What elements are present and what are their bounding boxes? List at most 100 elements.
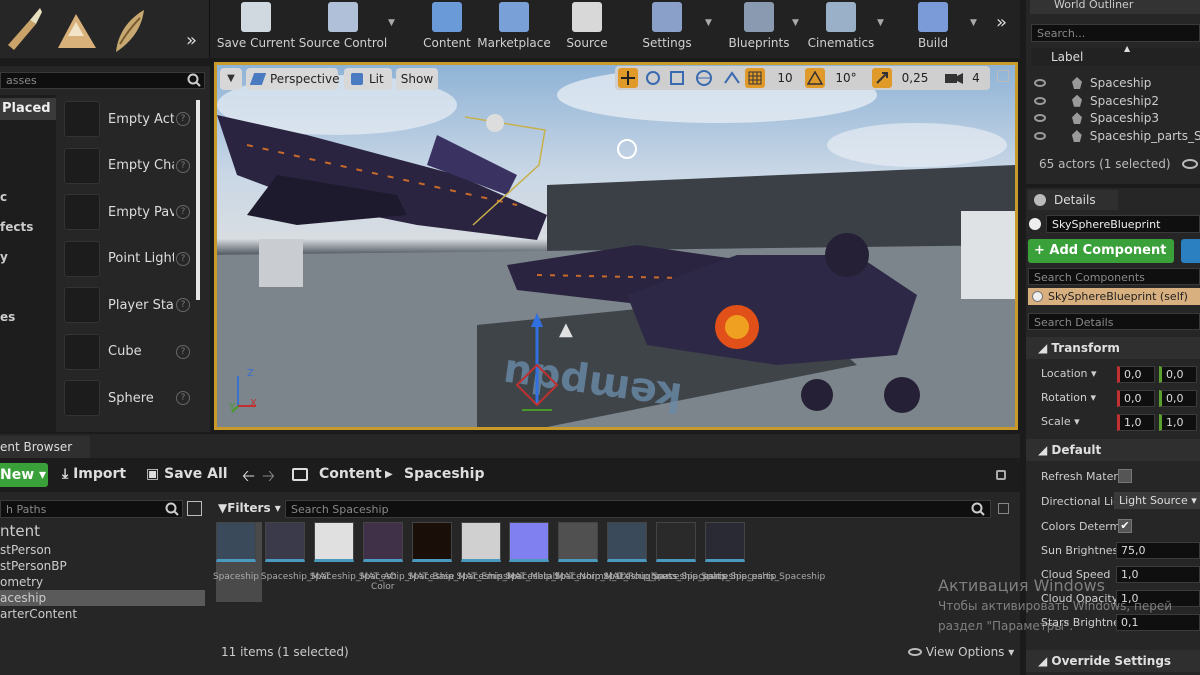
level-viewport[interactable]: kempdu ▲ <box>217 65 1015 427</box>
source-button[interactable]: Source <box>562 0 612 54</box>
outliner-search-input[interactable]: Search... <box>1031 24 1200 42</box>
modes-scrollbar[interactable] <box>196 100 200 300</box>
perspective-button[interactable]: Perspective <box>246 68 340 90</box>
marketplace-button[interactable]: Marketplace <box>477 0 551 54</box>
asset-tile[interactable]: Spaceship <box>213 522 262 602</box>
rotation-snap-icon[interactable] <box>805 68 825 88</box>
category-geometry[interactable]: y <box>0 250 8 264</box>
show-button[interactable]: Show <box>396 68 438 90</box>
asset-tile[interactable]: Spaceship_MAT_Emissive <box>408 522 521 582</box>
rotation-y-field[interactable]: 0,0 <box>1159 390 1197 407</box>
transform-section[interactable]: ◢ Transform <box>1026 337 1200 359</box>
add-new-button[interactable]: New ▾ <box>0 463 48 487</box>
modes-search-input[interactable]: asses <box>0 72 205 89</box>
rotation-label[interactable]: Rotation ▾ <box>1041 391 1096 404</box>
visibility-eye-icon[interactable] <box>1034 114 1046 123</box>
import-button[interactable]: ⤓ Import <box>62 466 126 482</box>
category-recently-placed[interactable]: Placed <box>0 98 56 120</box>
search-components-input[interactable]: Search Components <box>1028 268 1200 285</box>
place-actor-item[interactable]: Player Sta? <box>58 283 196 327</box>
folder-tree-item[interactable]: aceship <box>0 590 205 606</box>
asset-tile[interactable]: Spaceship_MAT_AO <box>310 522 397 582</box>
toolbar-overflow-button[interactable]: » <box>996 12 1007 33</box>
rotate-icon[interactable] <box>643 68 663 88</box>
place-actor-item[interactable]: Empty Acto? <box>58 97 196 141</box>
translate-icon[interactable] <box>618 68 638 88</box>
folder-tree-item[interactable]: stPerson <box>0 542 205 558</box>
lit-button[interactable]: Lit <box>344 68 392 90</box>
surface-snap-icon[interactable] <box>722 68 742 88</box>
help-icon[interactable]: ? <box>176 251 190 266</box>
folder-tree-item[interactable]: stPersonBP <box>0 558 205 574</box>
asset-tile[interactable]: Spaceship_parts_Spaceship <box>603 522 727 582</box>
location-x-field[interactable]: 0,0 <box>1117 366 1155 383</box>
search-assets-input[interactable]: Search Spaceship <box>285 500 991 518</box>
cloud-speed-field[interactable]: 1,0 <box>1116 566 1200 583</box>
save-search-icon[interactable] <box>998 503 1009 514</box>
spaceship-model-1[interactable] <box>217 115 547 240</box>
help-icon[interactable]: ? <box>176 158 190 173</box>
asset-tile[interactable]: Spaceship_MAT <box>261 522 330 582</box>
help-icon[interactable]: ? <box>176 391 190 405</box>
self-component-row[interactable]: SkySphereBlueprint (self) <box>1028 288 1200 305</box>
settings-button[interactable]: Settings <box>638 0 696 54</box>
asset-tile[interactable]: Spaceship_MAT_Normal_DX <box>505 522 629 582</box>
scale-snap-icon[interactable] <box>872 68 892 88</box>
camera-speed-value[interactable]: 4 <box>966 68 986 88</box>
directional-light-dropdown[interactable]: Light Source ▾ <box>1114 492 1200 509</box>
dropdown-arrow-icon[interactable]: ▼ <box>970 18 977 28</box>
grid-snap-value[interactable]: 10 <box>770 68 800 88</box>
lock-icon[interactable] <box>996 470 1006 480</box>
content-browser-tab[interactable]: ent Browser <box>0 436 90 458</box>
world-local-icon[interactable] <box>694 68 714 88</box>
place-actor-item[interactable]: Cube? <box>58 330 196 374</box>
asset-tile[interactable]: Spaceship_MAT_Metallic <box>457 522 565 582</box>
search-icon[interactable] <box>186 72 202 88</box>
help-icon[interactable]: ? <box>176 112 190 126</box>
visibility-eye-icon[interactable] <box>1034 96 1046 105</box>
landscape-mode-icon[interactable] <box>0 0 50 58</box>
source-control-button[interactable]: Source Control <box>299 0 387 54</box>
outliner-row[interactable]: Spaceship <box>1030 74 1200 92</box>
view-options-button[interactable]: View Options ▾ <box>908 645 1014 659</box>
camera-speed-icon[interactable] <box>942 68 966 88</box>
colors-determined-checkbox[interactable]: ✔ <box>1118 519 1132 533</box>
paths-view-icon[interactable] <box>187 501 202 516</box>
place-actor-item[interactable]: Empty Cha? <box>58 144 196 188</box>
asset-tile[interactable]: Spaceship_parts_Spaceship <box>652 522 776 582</box>
foliage-mode-icon[interactable] <box>52 0 102 58</box>
default-section[interactable]: ◢ Default <box>1026 439 1200 461</box>
visibility-eye-icon[interactable] <box>1034 132 1046 141</box>
dropdown-arrow-icon[interactable]: ▼ <box>388 18 395 28</box>
save-current-button[interactable]: Save Current <box>216 0 296 54</box>
place-actor-item[interactable]: Sphere? <box>58 376 196 420</box>
visibility-eye-icon[interactable] <box>1034 79 1046 87</box>
filters-button[interactable]: ▼Filters ▾ <box>218 501 281 515</box>
folder-tree-item[interactable]: ntent <box>0 523 205 539</box>
override-settings-section[interactable]: ◢ Override Settings <box>1026 650 1200 672</box>
folder-tree-item[interactable]: ometry <box>0 574 205 590</box>
outliner-row[interactable]: Spaceship_parts_S <box>1030 127 1200 145</box>
asset-tile[interactable]: Spaceship_MAT_Roughness <box>554 522 677 582</box>
add-component-button[interactable]: + Add Component ▾ <box>1028 239 1174 282</box>
dropdown-arrow-icon[interactable]: ▼ <box>877 18 884 28</box>
search-paths-input[interactable]: h Paths <box>0 500 183 518</box>
scale-snap-value[interactable]: 0,25 <box>896 68 934 88</box>
search-details-input[interactable]: Search Details <box>1028 313 1200 330</box>
asset-tile[interactable]: Spaceship_MAT_Base Color <box>359 522 454 592</box>
save-all-button[interactable]: ▣ Save All <box>146 466 228 482</box>
details-tab[interactable]: Details <box>1028 190 1118 210</box>
modes-overflow-icon[interactable]: » <box>186 30 197 51</box>
back-arrow-icon[interactable]: 🡠 <box>242 465 255 492</box>
dropdown-arrow-icon[interactable]: ▼ <box>705 18 712 28</box>
refresh-material-checkbox[interactable] <box>1118 469 1132 483</box>
help-icon[interactable]: ? <box>176 344 190 359</box>
stars-brightness-field[interactable]: 0,1 <box>1116 614 1200 631</box>
blueprints-button[interactable]: Blueprints <box>726 0 792 54</box>
assets-search-icon[interactable] <box>970 501 986 517</box>
outliner-label-header[interactable]: Label <box>1031 48 1200 66</box>
rotation-snap-value[interactable]: 10° <box>830 68 862 88</box>
scale-y-field[interactable]: 1,0 <box>1159 414 1197 431</box>
paths-search-icon[interactable] <box>164 501 180 517</box>
category-visual-effects[interactable]: fects <box>0 220 33 234</box>
